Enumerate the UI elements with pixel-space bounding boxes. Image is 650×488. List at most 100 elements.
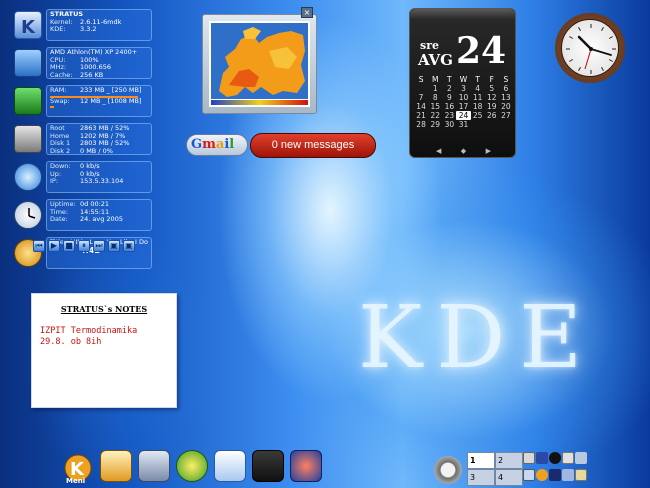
note-line[interactable]: 29.8. ob 8ih [40, 337, 168, 348]
hard-disk-icon [14, 125, 42, 153]
calendar-day-cell [471, 120, 485, 129]
desktop-2[interactable]: 2 [495, 452, 523, 469]
notes-widget[interactable]: STRATUS`s NOTES IZPIT Termodinamika 29.8… [31, 293, 177, 408]
desktop-3[interactable]: 3 [467, 469, 495, 486]
calendar-day-cell[interactable]: 10 [456, 93, 470, 102]
disk-2: 0 MB / 0% [80, 146, 113, 155]
calendar-weekday-header: F [489, 75, 494, 84]
today-icon[interactable]: ◆ [461, 147, 466, 155]
stop-icon[interactable]: ■ [63, 240, 75, 252]
tray-volume-icon[interactable] [575, 452, 587, 464]
calendar-day-cell[interactable]: 5 [485, 84, 499, 93]
notes-title: STRATUS`s NOTES [60, 304, 148, 314]
browser-icon[interactable] [290, 450, 322, 482]
net-ip: 153.5.33.104 [80, 177, 124, 185]
current-date: 24. avg 2005 [80, 215, 123, 223]
tray-window-icon[interactable] [523, 469, 535, 481]
tray-card-icon[interactable] [562, 452, 574, 464]
calendar-day-cell[interactable]: 21 [414, 111, 428, 120]
calendar-day-cell[interactable]: 9 [442, 93, 456, 102]
calendar-day-cell[interactable]: 6 [499, 84, 513, 93]
close-icon[interactable]: × [301, 7, 313, 18]
calendar-day-cell[interactable]: 13 [499, 93, 513, 102]
calendar-day-cell[interactable]: 18 [471, 102, 485, 111]
calendar-day-cell[interactable]: 15 [428, 102, 442, 111]
quick-launch [100, 450, 322, 482]
calendar-day-cell[interactable]: 8 [428, 93, 442, 102]
calendar-day-cell[interactable]: 1 [428, 84, 442, 93]
calendar-day-cell[interactable]: 30 [442, 120, 456, 129]
calendar-day-cell[interactable]: 11 [471, 93, 485, 102]
calendar-weekday-header: W [459, 75, 468, 84]
swap-usage: 12 MB _ [1008 MB] [80, 96, 142, 105]
desktop-1[interactable]: 1 [467, 452, 495, 469]
tray-bomb-icon[interactable] [549, 452, 561, 464]
calendar-day-cell[interactable]: 31 [456, 120, 470, 129]
gmail-notifier[interactable]: Gmail 0 new messages [186, 133, 378, 158]
weather-map-widget[interactable]: × [202, 7, 317, 114]
next-month-icon[interactable]: ▶ [486, 147, 491, 155]
tray-bird-icon[interactable] [536, 452, 548, 464]
calendar-month: AVG [418, 51, 453, 69]
calendar-app-icon[interactable] [214, 450, 246, 482]
calendar-day-cell[interactable]: 22 [428, 111, 442, 120]
calendar-day-cell [414, 84, 428, 93]
calendar-nav: ◀ ◆ ▶ [436, 147, 491, 155]
playlist-icon[interactable]: ▣ [108, 240, 120, 252]
calendar-day-cell[interactable]: 4 [471, 84, 485, 93]
previous-icon[interactable]: ⏮ [33, 240, 45, 252]
calendar-day-cell[interactable]: 16 [442, 102, 456, 111]
tray-doc-icon[interactable] [575, 469, 587, 481]
star-icon[interactable] [176, 450, 208, 482]
terminal-icon[interactable] [252, 450, 284, 482]
settings-gear-icon[interactable] [434, 456, 462, 484]
calendar-widget: sre AVG 24 S M T W T F S 1 2 3 4 5 6 7 8 9 10 11 12 13 14 15 1… [409, 8, 516, 158]
calendar-day-cell[interactable]: 12 [485, 93, 499, 102]
calendar-day-cell[interactable]: 24 [456, 111, 471, 120]
system-tray [523, 452, 587, 485]
clock-icon [14, 201, 42, 229]
tray-screen-icon[interactable] [549, 469, 561, 481]
calendar-grid: S M T W T F S 1 2 3 4 5 6 7 8 9 10 11 12 13 14 15 16 17 18 19 20 21… [414, 75, 513, 129]
calendar-day-cell[interactable]: 19 [485, 102, 499, 111]
prev-month-icon[interactable]: ◀ [436, 147, 441, 155]
tray-pen-icon[interactable] [523, 452, 535, 464]
calendar-day-cell[interactable]: 26 [485, 111, 499, 120]
calendar-day-cell[interactable]: 25 [471, 111, 485, 120]
cpu-cache: 256 KB [80, 70, 104, 79]
kde-version: 3.3.2 [80, 25, 97, 33]
swap-bar [50, 106, 54, 108]
calendar-day-cell[interactable]: 23 [442, 111, 456, 120]
equalizer-icon[interactable]: ▣ [123, 240, 135, 252]
calendar-day-cell[interactable]: 17 [456, 102, 470, 111]
monitor-icon [14, 49, 42, 77]
tray-speaker-icon[interactable] [562, 469, 574, 481]
calendar-day-cell[interactable]: 27 [499, 111, 513, 120]
calendar-day-cell[interactable]: 7 [414, 93, 428, 102]
clock-face-icon [566, 24, 616, 74]
pause-icon[interactable]: ⏸ [78, 240, 90, 252]
desktop-pager: 1 2 3 4 [467, 452, 523, 486]
europe-temperature-map [209, 21, 310, 107]
calendar-day-cell[interactable]: 3 [456, 84, 470, 93]
play-icon[interactable]: ▶ [48, 240, 60, 252]
home-icon[interactable] [100, 450, 132, 482]
calendar-day-cell[interactable]: 28 [414, 120, 428, 129]
system-monitor: K STRATUS Kernel: 2.6.11-6mdk KDE: 3.3.2 A… [14, 8, 152, 274]
memory-chip-icon [14, 87, 42, 115]
calendar-day-cell[interactable]: 29 [428, 120, 442, 129]
kmenu-label: Meni [66, 477, 86, 485]
calendar-day-cell[interactable]: 14 [414, 102, 428, 111]
desktop-4[interactable]: 4 [495, 469, 523, 486]
calendar-day-cell [499, 120, 513, 129]
disk-panel: Root 2863 MB / 52% Home 1202 MB / 7% Disk … [14, 122, 152, 156]
next-icon[interactable]: ⏭ [93, 240, 105, 252]
note-line[interactable]: IZPIT Termodinamika [40, 326, 168, 337]
control-center-icon[interactable] [138, 450, 170, 482]
calendar-day-cell[interactable]: 2 [442, 84, 456, 93]
calendar-weekday-header: T [475, 75, 480, 84]
calendar-day-cell[interactable]: 20 [499, 102, 513, 111]
calendar-weekday-header: T [447, 75, 452, 84]
tray-clipboard-icon[interactable] [536, 469, 548, 481]
gmail-message-count[interactable]: 0 new messages [250, 133, 376, 158]
